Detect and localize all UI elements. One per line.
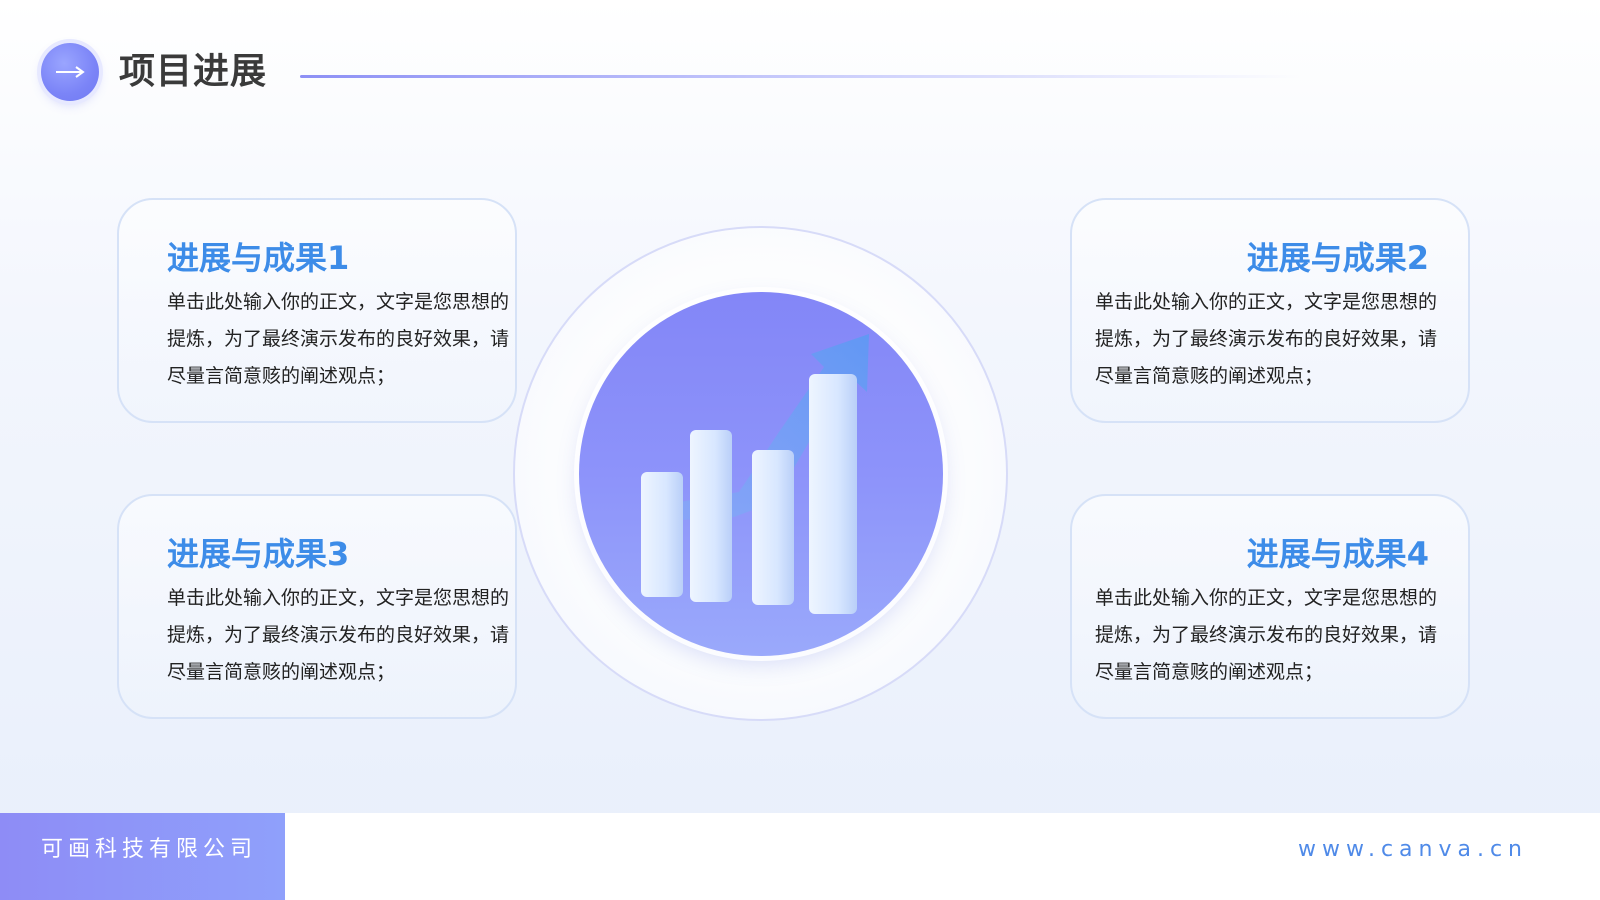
title-divider — [300, 75, 1300, 78]
footer-bar: www.canva.cn — [285, 813, 1600, 900]
header-arrow-icon — [41, 43, 99, 101]
bar-1 — [641, 472, 683, 597]
card-4-title: 进展与成果4 — [1246, 535, 1429, 573]
card-3-title: 进展与成果3 — [167, 535, 350, 573]
card-4-body: 单击此处输入你的正文，文字是您思想的提炼，为了最终演示发布的良好效果，请尽量言简… — [1095, 587, 1438, 683]
growth-chart-illustration — [579, 292, 943, 656]
company-name: 可画科技有限公司 — [41, 837, 258, 862]
bar-4 — [809, 374, 857, 614]
card-3-body: 单击此处输入你的正文，文字是您思想的提炼，为了最终演示发布的良好效果，请尽量言简… — [167, 587, 510, 683]
footer-company-bar: 可画科技有限公司 — [0, 813, 285, 900]
bar-2 — [690, 430, 732, 602]
bar-3 — [752, 450, 794, 605]
card-2-body: 单击此处输入你的正文，文字是您思想的提炼，为了最终演示发布的良好效果，请尽量言简… — [1095, 291, 1438, 387]
card-2-title: 进展与成果2 — [1246, 239, 1429, 277]
page-title: 项目进展 — [119, 51, 268, 92]
card-1-title: 进展与成果1 — [167, 239, 350, 277]
website-link[interactable]: www.canva.cn — [1298, 835, 1528, 865]
card-1-body: 单击此处输入你的正文，文字是您思想的提炼，为了最终演示发布的良好效果，请尽量言简… — [167, 291, 510, 387]
